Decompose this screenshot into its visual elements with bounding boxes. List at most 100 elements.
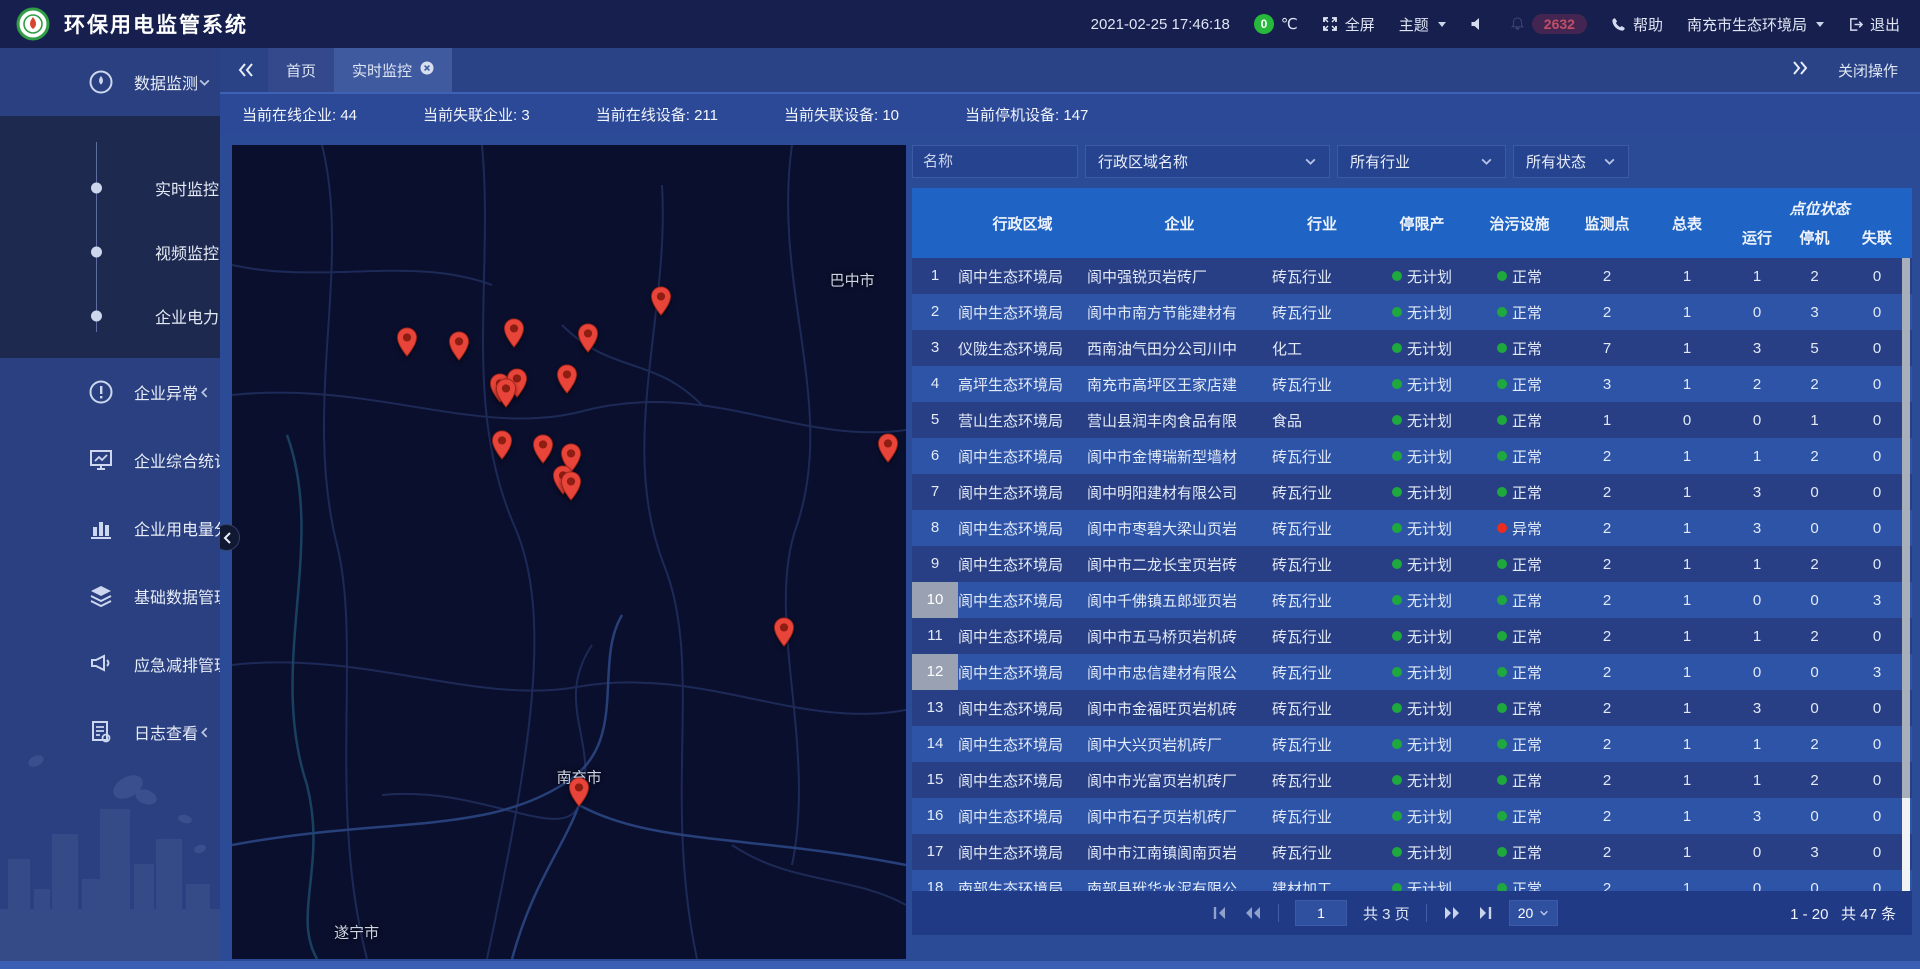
table-header: 行政区域 企业 行业 停限产 治污设施 监测点 总表 点位状态 运行 停机 失联 xyxy=(912,188,1912,258)
status-dot-icon xyxy=(1497,415,1507,425)
cell-down: 1 xyxy=(1787,412,1842,429)
row-index: 9 xyxy=(912,546,958,582)
table-row[interactable]: 6阆中生态环境局阆中市金博瑞新型墙材砖瓦行业无计划正常21120 xyxy=(912,438,1912,474)
table-row[interactable]: 5营山生态环境局营山县润丰肉食品有限食品无计划正常10010 xyxy=(912,402,1912,438)
tabs-scroll-right-button[interactable] xyxy=(1792,61,1808,79)
cell-industry: 砖瓦行业 xyxy=(1272,806,1372,827)
map-pin[interactable] xyxy=(532,434,554,469)
sidebar-item-1[interactable]: 视频监控 xyxy=(0,220,220,284)
map-pin[interactable] xyxy=(503,318,525,353)
sidebar-group-5[interactable]: 应急减排管理 xyxy=(0,630,220,698)
cell-down: 5 xyxy=(1787,340,1842,357)
name-filter-input[interactable] xyxy=(912,145,1078,178)
sidebar-item-2[interactable]: 企业电力负荷明细 xyxy=(0,284,220,348)
map-pin[interactable] xyxy=(577,323,599,358)
map-pin[interactable] xyxy=(568,777,590,812)
table-row[interactable]: 9阆中生态环境局阆中市二龙长宝页岩砖砖瓦行业无计划正常21120 xyxy=(912,546,1912,582)
map-pin[interactable] xyxy=(448,331,470,366)
fullscreen-button[interactable]: 全屏 xyxy=(1322,14,1375,35)
facility-text: 正常 xyxy=(1512,806,1542,827)
map-pin[interactable] xyxy=(495,378,517,413)
map-pin[interactable] xyxy=(650,286,672,321)
table-row[interactable]: 10阆中生态环境局阆中千佛镇五郎垭页岩砖瓦行业无计划正常21003 xyxy=(912,582,1912,618)
map-pin[interactable] xyxy=(773,617,795,652)
status-dot-icon xyxy=(1497,775,1507,785)
cell-meters: 0 xyxy=(1647,412,1727,429)
region-filter-select[interactable]: 行政区域名称 xyxy=(1085,145,1330,178)
cell-industry: 砖瓦行业 xyxy=(1272,662,1372,683)
col-header-point-status-group: 点位状态 运行 停机 失联 xyxy=(1727,188,1912,258)
table-row[interactable]: 3仪陇生态环境局西南油气田分公司川中化工无计划正常71350 xyxy=(912,330,1912,366)
sidebar-group-0[interactable]: 数据监测 xyxy=(0,48,220,116)
cell-down: 0 xyxy=(1787,592,1842,609)
help-button[interactable]: 帮助 xyxy=(1611,14,1663,35)
cell-meters: 1 xyxy=(1647,880,1727,892)
cell-meters: 1 xyxy=(1647,772,1727,789)
stop-limit-text: 无计划 xyxy=(1407,554,1452,575)
cell-run: 0 xyxy=(1727,592,1787,609)
cell-points: 2 xyxy=(1567,556,1647,573)
stat-4: 当前停机设备: 147 xyxy=(965,104,1088,125)
tab-首页[interactable]: 首页 xyxy=(268,48,334,92)
cell-company: 阆中市江南镇阆南页岩 xyxy=(1087,842,1272,863)
first-page-button[interactable] xyxy=(1212,906,1228,920)
table-row[interactable]: 2阆中生态环境局阆中市南方节能建材有砖瓦行业无计划正常21030 xyxy=(912,294,1912,330)
row-index: 18 xyxy=(912,870,958,891)
pagination-controls: 共 3 页 20 xyxy=(1212,900,1558,926)
header-right: 2021-02-25 17:46:18 0 ℃ 全屏 主题 2632 xyxy=(1091,14,1920,35)
city-skyline-decoration xyxy=(0,739,220,969)
table-row[interactable]: 13阆中生态环境局阆中市金福旺页岩机砖砖瓦行业无计划正常21300 xyxy=(912,690,1912,726)
table-row[interactable]: 4高坪生态环境局南充市高坪区王家店建砖瓦行业无计划正常31220 xyxy=(912,366,1912,402)
table-row[interactable]: 14阆中生态环境局阆中大兴页岩机砖厂砖瓦行业无计划正常21120 xyxy=(912,726,1912,762)
close-operations-button[interactable]: 关闭操作 xyxy=(1838,60,1898,81)
table-row[interactable]: 11阆中生态环境局阆中市五马桥页岩机砖砖瓦行业无计划正常21120 xyxy=(912,618,1912,654)
table-row[interactable]: 1阆中生态环境局阆中强锐页岩砖厂砖瓦行业无计划正常21120 xyxy=(912,258,1912,294)
table-row[interactable]: 8阆中生态环境局阆中市枣碧大梁山页岩砖瓦行业无计划异常21300 xyxy=(912,510,1912,546)
sidebar-group-2[interactable]: 企业综合统计 xyxy=(0,426,220,494)
tabs-scroll-left-button[interactable] xyxy=(220,48,268,92)
sidebar-group-3[interactable]: 企业用电量分析 xyxy=(0,494,220,562)
stop-limit-text: 无计划 xyxy=(1407,266,1452,287)
next-page-button[interactable] xyxy=(1443,906,1461,920)
page-number-input[interactable] xyxy=(1295,900,1347,926)
map-pin[interactable] xyxy=(491,430,513,465)
map-pin[interactable] xyxy=(396,327,418,362)
table-row[interactable]: 18南部生态环境局南部县玳华水泥有限公建材加工无计划正常21000 xyxy=(912,870,1912,891)
status-filter-select[interactable]: 所有状态 xyxy=(1513,145,1629,178)
tab-close-icon[interactable] xyxy=(420,61,434,79)
mute-speaker-button[interactable] xyxy=(1470,16,1486,32)
table-row[interactable]: 16阆中生态环境局阆中市石子页岩机砖厂砖瓦行业无计划正常21300 xyxy=(912,798,1912,834)
logout-button[interactable]: 退出 xyxy=(1848,14,1900,35)
tabbar-right: 关闭操作 xyxy=(1792,48,1920,92)
tab-实时监控[interactable]: 实时监控 xyxy=(334,48,452,92)
org-dropdown[interactable]: 南充市生态环境局 xyxy=(1687,14,1824,35)
status-dot-icon xyxy=(1392,595,1402,605)
table-row[interactable]: 17阆中生态环境局阆中市江南镇阆南页岩砖瓦行业无计划正常21030 xyxy=(912,834,1912,870)
cell-region: 阆中生态环境局 xyxy=(958,590,1087,611)
table-row[interactable]: 12阆中生态环境局阆中市忠信建材有限公砖瓦行业无计划正常21003 xyxy=(912,654,1912,690)
page-size-select[interactable]: 20 xyxy=(1509,900,1559,926)
prev-page-button[interactable] xyxy=(1244,906,1262,920)
cell-facility: 正常 xyxy=(1472,770,1567,791)
stop-limit-text: 无计划 xyxy=(1407,410,1452,431)
table-scrollbar-thumb[interactable] xyxy=(1902,258,1910,798)
cell-company: 营山县润丰肉食品有限 xyxy=(1087,410,1272,431)
table-row[interactable]: 7阆中生态环境局阆中明阳建材有限公司砖瓦行业无计划正常21300 xyxy=(912,474,1912,510)
map-panel[interactable]: 巴中市南充市遂宁市 xyxy=(232,145,906,959)
col-header-industry: 行业 xyxy=(1272,213,1372,234)
map-pin[interactable] xyxy=(560,471,582,506)
table-row[interactable]: 15阆中生态环境局阆中市光富页岩机砖厂砖瓦行业无计划正常21120 xyxy=(912,762,1912,798)
last-page-button[interactable] xyxy=(1477,906,1493,920)
cell-region: 阆中生态环境局 xyxy=(958,626,1087,647)
cell-meters: 1 xyxy=(1647,304,1727,321)
map-pin[interactable] xyxy=(877,433,899,468)
map-pin[interactable] xyxy=(556,364,578,399)
industry-filter-select[interactable]: 所有行业 xyxy=(1337,145,1506,178)
alarm-badge[interactable]: 2632 xyxy=(1510,14,1587,34)
sidebar-group-1[interactable]: 企业异常 xyxy=(0,358,220,426)
sidebar-item-0[interactable]: 实时监控 xyxy=(0,156,220,220)
sidebar-group-4[interactable]: 基础数据管理 xyxy=(0,562,220,630)
cell-facility: 异常 xyxy=(1472,518,1567,539)
theme-dropdown[interactable]: 主题 xyxy=(1399,14,1446,35)
cell-company: 西南油气田分公司川中 xyxy=(1087,338,1272,359)
